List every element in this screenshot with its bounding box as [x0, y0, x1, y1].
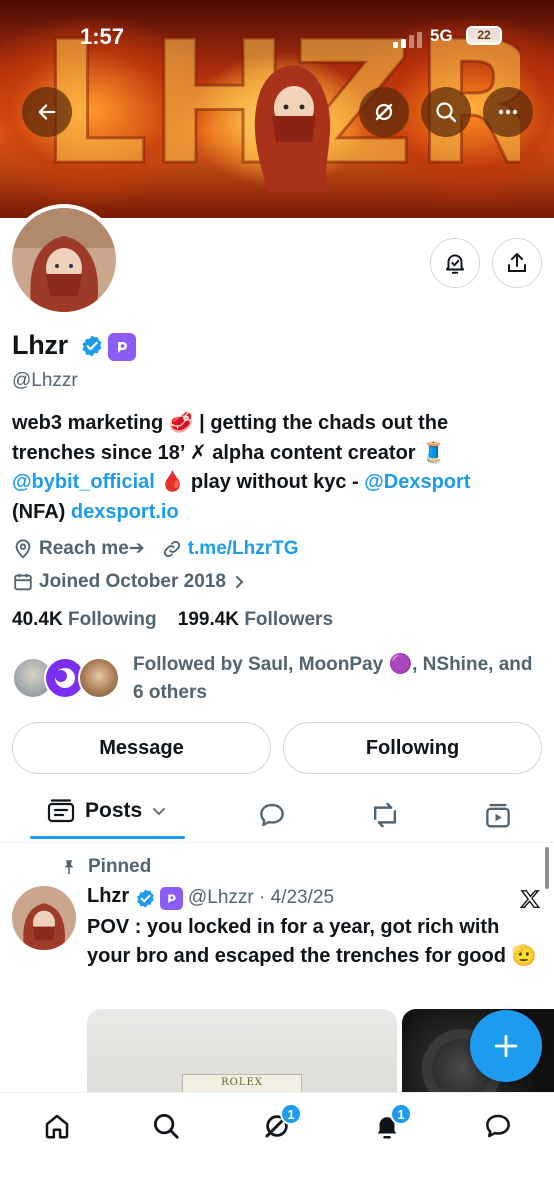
- post-author-name[interactable]: Lhzr: [87, 885, 129, 908]
- battery-indicator: 22: [466, 26, 502, 45]
- bio-line-1: web3 marketing 🥩 | getting the chads out…: [12, 412, 449, 434]
- pinned-indicator: Pinned: [60, 856, 151, 878]
- bottom-navigation: 1 1: [0, 1092, 554, 1200]
- notifications-subscribe-button[interactable]: [430, 238, 480, 288]
- home-icon[interactable]: [42, 1111, 72, 1141]
- bell-check-icon: [445, 254, 465, 274]
- dexsport-site-link[interactable]: dexsport.io: [71, 501, 179, 523]
- blood-drop-emoji: 🩸: [160, 471, 186, 493]
- tab-reposts-icon[interactable]: [369, 800, 401, 830]
- tabs-divider: [0, 842, 554, 843]
- following-count: 40.4K: [12, 609, 63, 630]
- followed-by-text[interactable]: Followed by Saul, MoonPay 🟣, NShine, and…: [133, 651, 548, 707]
- share-icon: [508, 253, 526, 272]
- post-text: POV : you locked in for a year, got rich…: [87, 916, 537, 967]
- plus-icon: [494, 1034, 518, 1058]
- tab-videos-icon[interactable]: [483, 800, 513, 830]
- profile-avatar[interactable]: [8, 204, 120, 316]
- post-handle-date: @Lhzzr · 4/23/25: [188, 887, 335, 908]
- bio-line-2: trenches since 18’ ✗ alpha content creat…: [12, 441, 447, 464]
- signal-icon: [393, 32, 422, 48]
- post-avatar-image: [12, 886, 76, 950]
- back-button[interactable]: [22, 87, 72, 137]
- follow-counts: 40.4K Following 199.4K Followers: [12, 609, 333, 631]
- profile-handle: @Lhzzr: [12, 370, 78, 391]
- joined-row[interactable]: Joined October 2018: [12, 571, 248, 593]
- nav-search-icon[interactable]: [151, 1111, 181, 1141]
- arrow-left-icon: [38, 104, 56, 120]
- calendar-icon: [14, 573, 32, 591]
- posts-icon: [47, 799, 75, 823]
- status-bar: 1:57 5G 22: [0, 0, 554, 70]
- profile-website-link[interactable]: t.me/LhzrTG: [188, 538, 299, 560]
- message-button[interactable]: Message: [12, 722, 271, 774]
- profile-name: Lhzr: [12, 330, 68, 360]
- profile-joined: Joined October 2018: [39, 571, 226, 592]
- bybit-mention-link[interactable]: @bybit_official: [12, 471, 155, 493]
- compose-button[interactable]: [470, 1010, 542, 1082]
- search-button[interactable]: [421, 87, 471, 137]
- tab-posts[interactable]: Posts: [47, 798, 167, 824]
- profile-tabs: Posts: [0, 788, 554, 840]
- notifications-badge: 1: [390, 1103, 412, 1125]
- tab-posts-label: Posts: [85, 799, 143, 822]
- followed-by-line-1: Followed by Saul, MoonPay 🟣, NShine, and: [133, 654, 533, 675]
- dexsport-mention-link[interactable]: @Dexsport: [364, 471, 470, 493]
- subscription-badge-icon[interactable]: [108, 333, 136, 361]
- profile-banner[interactable]: LHZR 1:57 5G 22: [0, 0, 554, 218]
- grok-badge: 1: [280, 1103, 302, 1125]
- messages-icon[interactable]: [483, 1111, 513, 1141]
- x-logo-icon: [519, 890, 541, 908]
- scrollbar[interactable]: [545, 847, 549, 889]
- follower-avatar-3[interactable]: [78, 657, 120, 699]
- tab-replies-icon[interactable]: [257, 800, 287, 830]
- bio-line-3: @bybit_official 🩸 play without kyc - @De…: [12, 468, 542, 498]
- pin-icon: [64, 860, 74, 875]
- status-time: 1:57: [80, 24, 125, 49]
- active-tab-indicator: [30, 836, 185, 839]
- bio-line-4: (NFA) dexsport.io: [12, 498, 542, 528]
- network-type: 5G: [430, 26, 453, 45]
- location-pin-icon: [15, 538, 31, 558]
- chevron-down-icon: [153, 808, 166, 816]
- post-author-avatar[interactable]: [12, 886, 76, 950]
- bio-line-3-text: play without kyc -: [190, 471, 365, 493]
- following-label: Following: [67, 609, 157, 630]
- following-count-link[interactable]: 40.4K Following: [12, 609, 157, 630]
- chevron-right-icon: [235, 576, 244, 588]
- share-button[interactable]: [492, 238, 542, 288]
- more-button[interactable]: [483, 87, 533, 137]
- post-verified-badge-icon: [137, 889, 154, 908]
- post-subscription-badge-icon: [160, 887, 183, 910]
- search-icon: [436, 102, 457, 123]
- verified-badge-icon[interactable]: [80, 334, 104, 358]
- profile-bio: web3 marketing 🥩 | getting the chads out…: [12, 409, 542, 527]
- rolex-label: ROLEX: [221, 1077, 263, 1088]
- bio-line-4-text: (NFA): [12, 500, 71, 523]
- more-icon: [498, 109, 518, 115]
- post-media-1[interactable]: ROLEX: [87, 1009, 397, 1099]
- followed-by-line-2: 6 others: [133, 682, 207, 703]
- grok-button[interactable]: [359, 87, 409, 137]
- dexsport-logo-icon: [118, 342, 127, 353]
- followers-count: 199.4K: [177, 609, 240, 630]
- grok-icon: [375, 103, 393, 121]
- avatar-image: [12, 208, 116, 312]
- following-button[interactable]: Following: [283, 722, 542, 774]
- followers-label: Followers: [244, 609, 334, 630]
- profile-meta-row: Reach me➔ t.me/LhzrTG: [12, 537, 299, 560]
- followers-count-link[interactable]: 199.4K Followers: [178, 609, 333, 630]
- profile-location: Reach me➔: [39, 538, 145, 559]
- pinned-label: Pinned: [88, 856, 152, 877]
- link-icon: [163, 540, 180, 557]
